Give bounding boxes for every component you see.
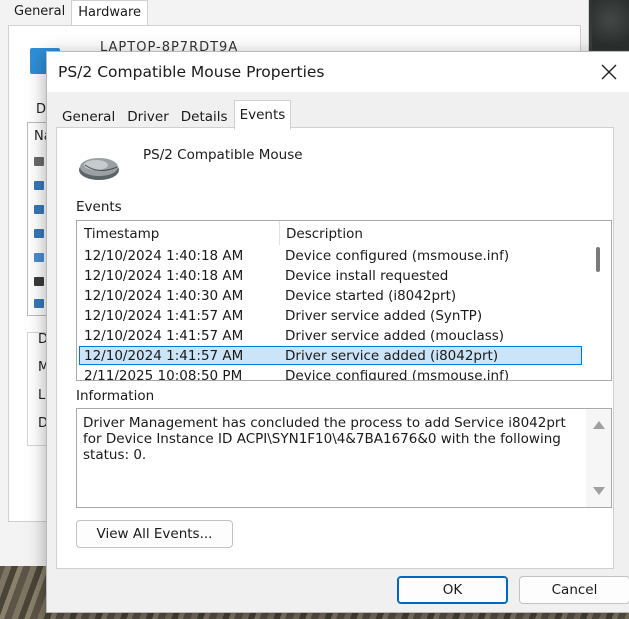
view-all-events-button[interactable]: View All Events... [76,520,233,548]
information-scrollbar[interactable] [586,409,611,507]
mouse-properties-dialog: PS/2 Compatible Mouse Properties General… [46,51,629,613]
close-button[interactable] [587,52,629,92]
device-category-icon [34,253,44,262]
information-textbox[interactable]: Driver Management has concluded the proc… [76,408,612,508]
events-list-header: Timestamp Description [77,221,582,245]
event-timestamp: 12/10/2024 1:41:57 AM [84,308,244,324]
cancel-button[interactable]: Cancel [519,576,629,604]
event-description: Driver service added (SynTP) [285,308,483,324]
event-description: Device install requested [285,268,449,284]
mouse-icon [79,158,119,180]
event-description: Driver service added (i8042prt) [285,348,499,364]
event-timestamp: 12/10/2024 1:40:18 AM [84,248,244,264]
event-description: Device started (i8042prt) [285,288,457,304]
event-row[interactable]: 2/11/2025 10:08:50 PM Device configured … [79,366,582,381]
back-tab-hardware[interactable]: Hardware [71,0,148,27]
device-category-icon [34,229,44,238]
device-category-icon [34,299,44,308]
event-row-selected[interactable]: 12/10/2024 1:41:57 AM Driver service add… [79,346,582,365]
event-timestamp: 12/10/2024 1:41:57 AM [84,328,244,344]
dialog-title: PS/2 Compatible Mouse Properties [58,63,325,81]
event-description: Device configured (msmouse.inf) [285,248,510,264]
column-header-description[interactable]: Description [286,226,363,242]
tab-general[interactable]: General [56,102,121,130]
scroll-down-arrow-icon[interactable] [593,487,605,495]
dialog-tab-strip: General Driver Details Events [56,100,292,130]
close-icon [601,64,617,80]
ok-button[interactable]: OK [397,576,508,604]
back-tab-general[interactable]: General [8,0,71,26]
tab-events[interactable]: Events [233,100,292,130]
event-row[interactable]: 12/10/2024 1:41:57 AM Driver service add… [79,306,582,325]
events-list[interactable]: Timestamp Description 12/10/2024 1:40:18… [76,220,612,381]
device-category-icon [34,277,44,286]
event-row[interactable]: 12/10/2024 1:40:30 AM Device started (i8… [79,286,582,305]
events-scrollbar-thumb[interactable] [596,247,600,272]
event-timestamp: 12/10/2024 1:40:30 AM [84,288,244,304]
column-header-timestamp[interactable]: Timestamp [84,226,159,242]
back-device-list: Na [27,122,52,316]
event-description: Device configured (msmouse.inf) [285,368,510,381]
column-divider[interactable] [279,221,280,245]
event-row[interactable]: 12/10/2024 1:41:57 AM Driver service add… [79,326,582,345]
device-name: PS/2 Compatible Mouse [143,147,303,163]
back-label-fragment: D [36,102,47,117]
information-text: Driver Management has concluded the proc… [83,415,566,463]
events-label: Events [76,199,122,215]
device-category-icon [34,181,44,190]
event-timestamp: 12/10/2024 1:41:57 AM [84,348,244,364]
device-category-icon [34,157,44,166]
event-description: Driver service added (mouclass) [285,328,505,344]
device-category-icon [34,205,44,214]
event-row[interactable]: 12/10/2024 1:40:18 AM Device install req… [79,266,582,285]
scroll-up-arrow-icon[interactable] [593,421,605,429]
event-row[interactable]: 12/10/2024 1:40:18 AM Device configured … [79,246,582,265]
event-timestamp: 12/10/2024 1:40:18 AM [84,268,244,284]
events-scrollbar[interactable] [585,221,610,380]
tab-driver[interactable]: Driver [121,102,175,130]
back-tab-strip: General Hardware [8,0,148,27]
desktop-wallpaper-rock [592,0,629,50]
dialog-titlebar[interactable]: PS/2 Compatible Mouse Properties [47,52,629,92]
event-timestamp: 2/11/2025 10:08:50 PM [84,368,243,381]
tab-details[interactable]: Details [175,102,234,130]
information-label: Information [76,388,155,404]
back-label-fragment: L [38,388,46,403]
